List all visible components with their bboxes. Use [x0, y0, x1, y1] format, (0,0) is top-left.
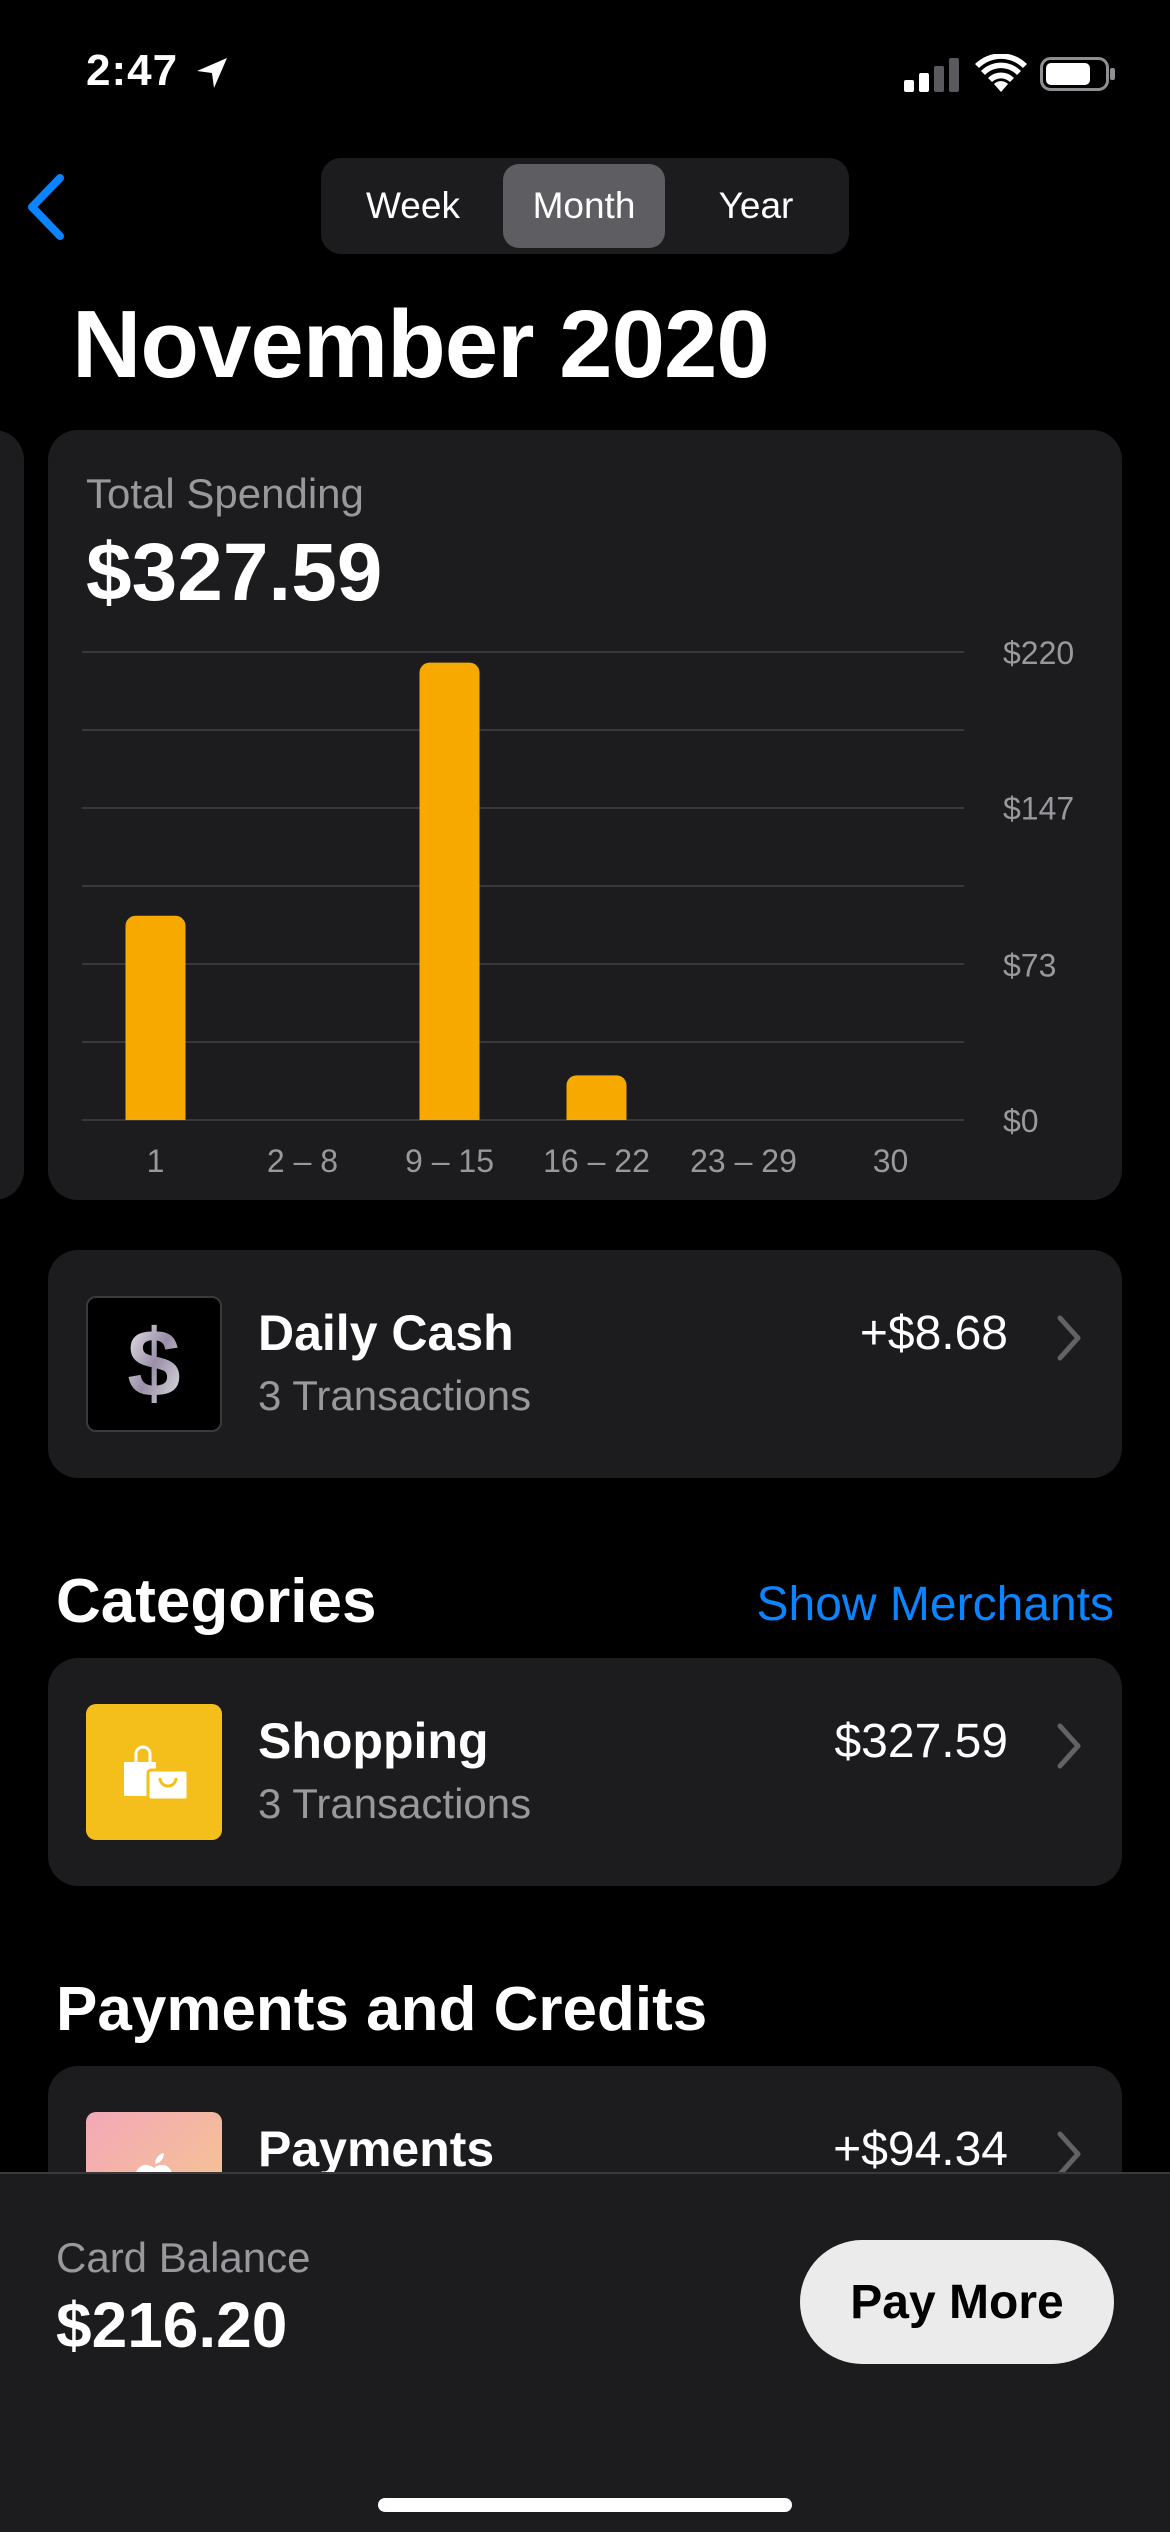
previous-period-card-peek[interactable] — [0, 430, 24, 1200]
wifi-icon — [975, 54, 1027, 92]
x-tick-label: 16 – 22 — [543, 1143, 650, 1179]
show-merchants-link[interactable]: Show Merchants — [757, 1577, 1115, 1632]
daily-cash-amount: +$8.68 — [859, 1307, 1008, 1360]
chart-bar-base — [419, 1108, 480, 1120]
card-balance-value: $216.20 — [56, 2289, 288, 2361]
card-balance-label: Card Balance — [56, 2234, 311, 2281]
x-tick-label: 23 – 29 — [690, 1143, 797, 1179]
category-subtitle: 3 Transactions — [258, 1780, 532, 1827]
segment-week[interactable]: Week — [327, 164, 499, 248]
daily-cash-icon: $ — [86, 1296, 222, 1432]
payments-amount: +$94.34 — [833, 2123, 1008, 2176]
period-segmented-control: Week Month Year — [321, 158, 849, 254]
wallet-spending-screen: 2:47 Week Month Year November 2020 Total… — [0, 0, 1170, 2532]
chart-bar — [419, 662, 480, 1120]
x-tick-label: 9 – 15 — [405, 1143, 494, 1179]
spending-bar-chart: $220 $147 $73 $0 1 2 – 8 9 – 15 16 – 22 23 – 29 3… — [82, 635, 1074, 1179]
payments-title: Payments — [258, 2121, 495, 2177]
pay-more-button[interactable]: Pay More — [800, 2240, 1114, 2364]
daily-cash-title: Daily Cash — [258, 1305, 514, 1361]
back-chevron-icon[interactable] — [22, 172, 72, 242]
battery-icon — [1040, 57, 1115, 91]
card-balance-bar: Card Balance $216.20 Pay More — [0, 2172, 1170, 2532]
status-time: 2:47 — [86, 46, 179, 95]
payments-credits-heading: Payments and Credits — [56, 1975, 708, 2044]
x-tick-label: 2 – 8 — [267, 1143, 338, 1179]
shopping-bag-icon — [86, 1704, 222, 1840]
chart-bar-base — [566, 1108, 627, 1120]
x-tick-label: 1 — [147, 1143, 165, 1179]
category-row-shopping[interactable]: Shopping 3 Transactions $327.59 — [48, 1658, 1122, 1886]
chevron-right-icon — [1057, 1723, 1081, 1769]
daily-cash-row[interactable]: $ Daily Cash 3 Transactions +$8.68 — [48, 1250, 1122, 1478]
category-amount: $327.59 — [834, 1715, 1008, 1768]
total-spending-card[interactable]: Total Spending $327.59 $220 $147 $73 $0 1 2 –… — [48, 430, 1122, 1200]
svg-text:$: $ — [127, 1316, 180, 1412]
y-tick-label: $147 — [1003, 790, 1074, 826]
segment-month[interactable]: Month — [503, 164, 665, 248]
categories-heading: Categories — [56, 1567, 377, 1636]
chevron-right-icon — [1057, 1315, 1081, 1361]
cellular-signal-icon — [904, 58, 959, 92]
y-tick-label: $220 — [1003, 635, 1074, 671]
segment-year[interactable]: Year — [669, 164, 843, 248]
daily-cash-subtitle: 3 Transactions — [258, 1372, 532, 1419]
page-title: November 2020 — [72, 291, 770, 398]
home-indicator[interactable] — [378, 2498, 792, 2512]
x-tick-label: 30 — [873, 1143, 909, 1179]
chart-bar — [125, 915, 186, 1120]
chart-bar-base — [125, 1108, 186, 1120]
y-tick-label: $0 — [1003, 1103, 1039, 1139]
category-title: Shopping — [258, 1713, 489, 1769]
location-arrow-icon — [197, 58, 227, 88]
y-tick-label: $73 — [1003, 948, 1056, 984]
